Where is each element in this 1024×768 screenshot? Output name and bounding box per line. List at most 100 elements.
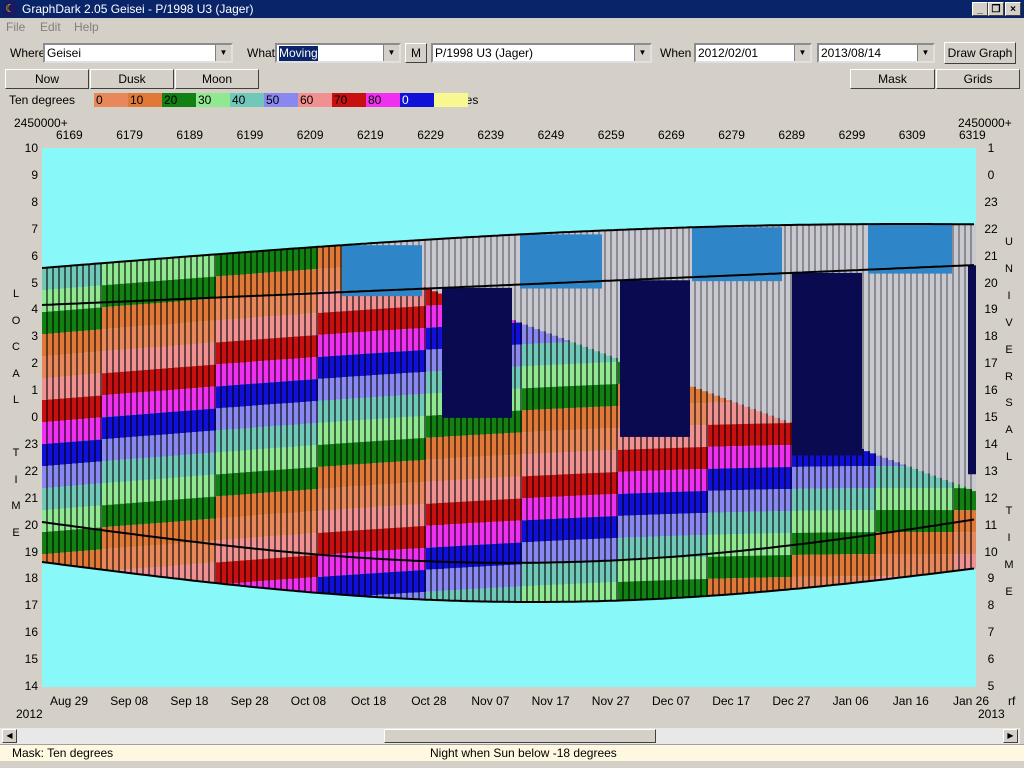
- menu-bar: File Edit Help: [0, 18, 1024, 36]
- where-value: Geisei: [47, 46, 82, 60]
- menu-help[interactable]: Help: [74, 18, 99, 36]
- dusk-button[interactable]: Dusk: [90, 69, 174, 89]
- stripe-gap: [226, 253, 228, 584]
- jd-tick: 6269: [658, 128, 685, 142]
- year-right: 2013: [978, 707, 1005, 721]
- dark-night-block: [620, 280, 690, 437]
- local-hour-tick: 16: [24, 625, 38, 640]
- stripe-gap: [52, 267, 54, 563]
- local-time-letter: C: [12, 341, 20, 353]
- stripe-gap: [352, 244, 354, 596]
- status-mask: Mask: Ten degrees: [12, 746, 114, 760]
- altitude-band: [972, 510, 976, 533]
- stripe-gap: [76, 265, 78, 566]
- stripe-gap: [70, 266, 72, 566]
- restore-button[interactable]: ❐: [988, 2, 1004, 16]
- grids-button[interactable]: Grids: [936, 69, 1020, 89]
- where-select[interactable]: Geisei ▼: [43, 43, 233, 63]
- chevron-down-icon[interactable]: ▼: [383, 45, 399, 61]
- stripe-gap: [358, 244, 360, 596]
- stripe-gap: [118, 262, 120, 572]
- universal-time-letter: N: [1005, 262, 1013, 275]
- twilight-block: [520, 234, 602, 289]
- universal-time-letter: L: [1005, 451, 1013, 464]
- menu-edit[interactable]: Edit: [40, 18, 61, 36]
- chevron-down-icon[interactable]: ▼: [634, 45, 650, 61]
- ut-hour-tick: 1: [987, 141, 995, 155]
- ut-hour-tick: 9: [987, 571, 995, 586]
- jd-tick: 6209: [296, 128, 324, 142]
- scroll-right-button[interactable]: ▶: [1003, 729, 1018, 743]
- stripe-gap: [862, 224, 864, 449]
- chevron-down-icon[interactable]: ▼: [794, 45, 810, 61]
- stripe-gap: [262, 251, 264, 588]
- scroll-thumb[interactable]: [384, 729, 656, 743]
- stripe-gap: [274, 250, 276, 589]
- what-label: What: [247, 46, 276, 60]
- moon-button[interactable]: Moon: [175, 69, 259, 89]
- chevron-down-icon[interactable]: ▼: [917, 45, 933, 61]
- now-button[interactable]: Now: [5, 69, 89, 89]
- universal-time-letter: S: [1005, 397, 1013, 410]
- stripe-gap: [184, 257, 186, 580]
- stripe-gap: [124, 261, 126, 572]
- local-hour-tick: 8: [31, 194, 38, 209]
- date-tick: Nov 27: [591, 694, 630, 708]
- stripe-gap: [58, 267, 60, 564]
- close-button[interactable]: ×: [1005, 2, 1021, 16]
- date-from-select[interactable]: 2012/02/01 ▼: [694, 43, 812, 63]
- stripe-gap: [958, 224, 960, 485]
- date-tick: Dec 27: [772, 694, 811, 708]
- graph-canvas: [42, 223, 976, 603]
- local-hour-tick: 4: [31, 302, 38, 317]
- universal-time-letter: E: [1005, 343, 1013, 356]
- stripe-gap: [286, 249, 288, 590]
- dark-night-block: [792, 272, 862, 456]
- stripe-gap: [130, 261, 132, 573]
- horizontal-scrollbar[interactable]: ◀ ▶: [0, 728, 1020, 744]
- ut-hour-tick: 22: [984, 221, 998, 236]
- corner-label: rf: [1008, 694, 1016, 708]
- scroll-left-button[interactable]: ◀: [2, 729, 17, 743]
- stripe-gap: [442, 238, 444, 294]
- date-tick: Aug 29: [50, 694, 89, 708]
- m-button[interactable]: M: [405, 43, 427, 63]
- universal-time-letter: I: [1007, 289, 1011, 302]
- jd-tick: 6279: [718, 128, 745, 142]
- draw-graph-button[interactable]: Draw Graph: [944, 42, 1016, 64]
- local-time-letter: M: [11, 500, 21, 512]
- stripe-gap: [136, 260, 138, 574]
- local-hour-tick: 15: [24, 652, 38, 667]
- ut-hour-tick: 20: [984, 275, 998, 290]
- ut-hour-tick: 7: [987, 625, 995, 640]
- universal-time-letter: M: [1004, 558, 1014, 571]
- local-hour-tick: 10: [24, 141, 38, 155]
- window-title: GraphDark 2.05 Geisei - P/1998 U3 (Jager…: [22, 2, 254, 16]
- legend-swatch: 70: [332, 93, 366, 107]
- legend-swatch: 10: [128, 93, 162, 107]
- visibility-graph[interactable]: [42, 148, 976, 687]
- ut-hour-tick: 16: [984, 383, 998, 398]
- chevron-down-icon[interactable]: ▼: [215, 45, 231, 61]
- stripe-gap: [100, 263, 102, 569]
- legend-swatch: 40: [230, 93, 264, 107]
- when-label: When: [660, 46, 692, 60]
- object-select[interactable]: P/1998 U3 (Jager) ▼: [431, 43, 652, 63]
- date-tick: Jan 16: [892, 694, 929, 708]
- universal-time-letter: U: [1005, 236, 1013, 248]
- stripe-gap: [952, 224, 954, 483]
- minimize-button[interactable]: _: [972, 2, 988, 16]
- ut-hour-tick: 21: [984, 248, 998, 263]
- ut-hour-tick: 14: [984, 436, 998, 451]
- jd-tick: 6169: [56, 128, 83, 142]
- stripe-gap: [112, 262, 114, 571]
- stripe-gap: [364, 243, 366, 597]
- mask-button[interactable]: Mask: [850, 69, 935, 89]
- date-to-select[interactable]: 2013/08/14 ▼: [817, 43, 935, 63]
- local-hour-tick: 17: [24, 598, 38, 613]
- local-hour-tick: 9: [31, 167, 38, 182]
- menu-file[interactable]: File: [6, 18, 25, 36]
- year-left: 2012: [16, 707, 43, 721]
- jd-tick: 6289: [778, 128, 806, 142]
- what-select[interactable]: Moving ▼: [275, 43, 401, 63]
